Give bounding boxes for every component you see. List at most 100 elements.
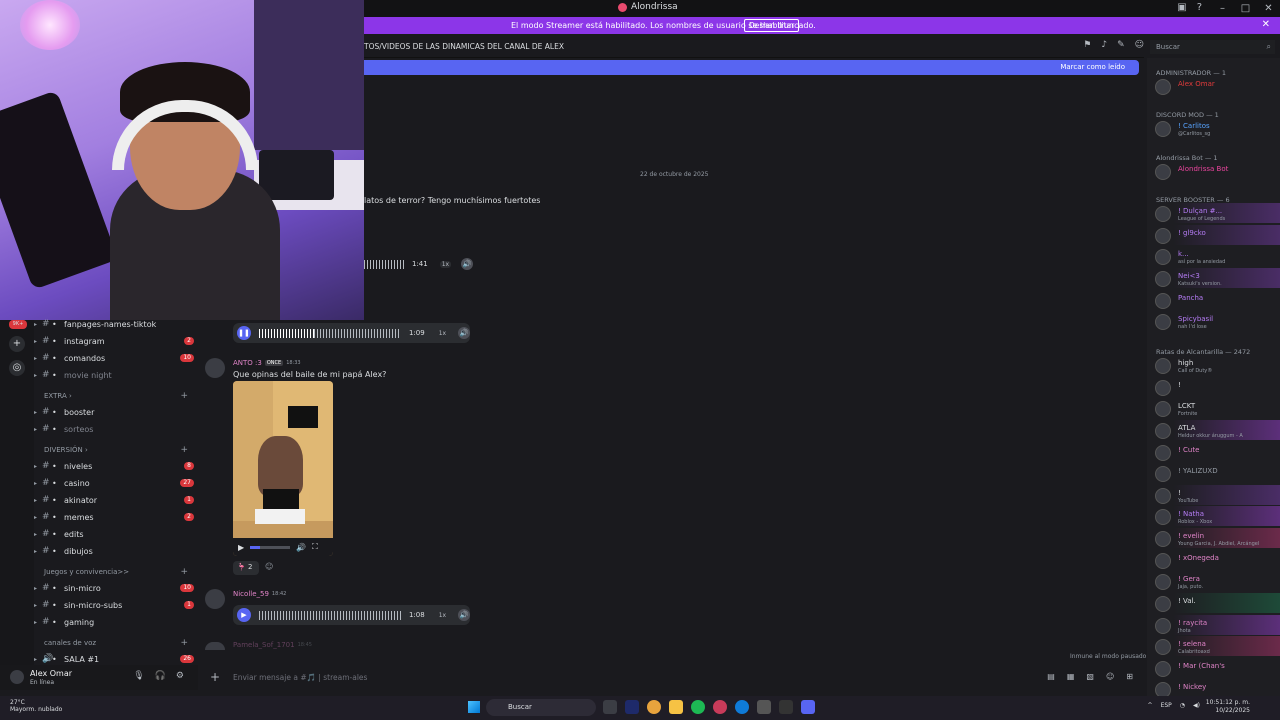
member-item[interactable]: ! YALIZUXD [1147,463,1280,483]
inbox-icon[interactable]: ▣ [1177,2,1186,13]
terminal-icon[interactable] [779,700,793,714]
audio-waveform[interactable] [364,259,404,269]
chevron-right-icon[interactable]: ▸ [34,463,42,470]
task-view-icon[interactable] [603,700,617,714]
category-diversion[interactable]: DIVERSIÓN › + [44,445,194,455]
member-item[interactable]: ! Natha Roblox - Xbox [1147,506,1280,526]
channel-item[interactable]: ▸ # • dibujos [34,543,194,559]
play-icon[interactable]: ▶ [237,608,251,622]
avatar[interactable] [10,670,24,684]
edge-icon[interactable] [735,700,749,714]
member-item[interactable]: ! Cute [1147,442,1280,462]
chevron-right-icon[interactable]: ▸ [34,602,42,609]
avatar[interactable] [205,589,225,609]
chevron-right-icon[interactable]: ▸ [34,531,42,538]
weather-widget[interactable]: 27°C Mayorm. nublado [10,699,62,713]
gift-icon[interactable]: ▤ [1047,672,1055,681]
chevron-right-icon[interactable]: ▸ [34,514,42,521]
close-banner-icon[interactable]: ✕ [1262,19,1270,30]
volume-icon[interactable]: 🔊 [461,258,474,270]
video-progress[interactable] [250,545,291,549]
channel-item[interactable]: ▸ # • niveles 8 [34,458,194,474]
member-item[interactable]: ATLA Heldur okkur áruggum - A [1147,420,1280,440]
chevron-right-icon[interactable]: ▸ [34,321,42,328]
windows-start-icon[interactable] [468,701,480,713]
volume-icon[interactable]: 🔊 [296,543,306,552]
add-reaction-icon[interactable]: ☺ [265,562,273,571]
fullscreen-icon[interactable]: ⛶ [312,542,318,552]
channel-item[interactable]: ▸ # • instagram 2 [34,333,194,349]
file-explorer-icon[interactable] [669,700,683,714]
member-item[interactable]: ! raycita Jhota [1147,615,1280,635]
chevron-right-icon[interactable]: ▸ [34,585,42,592]
store-icon[interactable] [757,700,771,714]
chevron-right-icon[interactable]: ▸ [34,497,42,504]
chevron-right-icon[interactable]: ▸ [34,338,42,345]
playback-speed-button[interactable]: 1x [436,611,449,619]
member-item[interactable]: ! YouTube [1147,485,1280,505]
message-input[interactable]: Enviar mensaje a #🎵 | stream-ales [233,673,367,682]
chevron-right-icon[interactable]: ▸ [34,480,42,487]
member-item[interactable]: ! [1147,377,1280,397]
headphones-icon[interactable]: 🎧 [155,671,166,681]
play-icon[interactable]: ▶ [238,543,244,552]
premiere-icon[interactable] [625,700,639,714]
add-channel-icon[interactable]: + [180,391,188,401]
app-icon[interactable] [713,700,727,714]
tray-chevron-icon[interactable]: ^ [1148,702,1153,709]
new-messages-bar[interactable]: Marcar como leído [364,60,1139,75]
member-item[interactable]: high Call of Duty® [1147,355,1280,375]
channel-item[interactable]: ▸ # • casino 27 [34,475,194,491]
member-item[interactable]: ! Carlitos @Carlitos_sg [1147,118,1280,138]
wifi-icon[interactable]: ◔ [1180,702,1185,709]
clock[interactable]: 10:51:12 p. m. 10/22/2025 [1206,699,1250,715]
volume-icon[interactable]: 🔊 [458,327,470,339]
reaction-chip[interactable]: 🦩 2 [233,561,259,575]
category-extra[interactable]: EXTRA › + [44,391,194,401]
members-icon[interactable]: ☺ [1135,40,1144,50]
chevron-right-icon[interactable]: ▸ [34,656,42,663]
playback-speed-button[interactable]: 1x [436,329,449,337]
chevron-right-icon[interactable]: ▸ [34,372,42,379]
channel-item[interactable]: ▸ # • akinator 1 [34,492,194,508]
add-channel-icon[interactable]: + [180,638,188,648]
channel-item[interactable]: ▸ # • booster [34,404,194,420]
search-input[interactable]: Buscar ⌕ [1150,40,1275,54]
discord-icon[interactable] [801,700,815,714]
channel-item[interactable]: ▸ # • edits [34,526,194,542]
audio-waveform[interactable] [258,610,401,620]
member-item[interactable]: ! xOnegeda [1147,550,1280,570]
channel-item[interactable]: ▸ # • sin-micro-subs 1 [34,597,194,613]
channel-item[interactable]: ▸ # • memes 2 [34,509,194,525]
add-channel-icon[interactable]: + [180,567,188,577]
channel-item[interactable]: ▸ # • comandos 10 [34,350,194,366]
video-attachment[interactable]: ▶ 🔊 ⛶ [233,381,333,556]
help-icon[interactable]: ? [1197,2,1202,13]
member-item[interactable]: ! Gera Jaja, puto. [1147,571,1280,591]
category-voz[interactable]: canales de voz + [44,638,194,648]
add-server-icon[interactable]: + [9,336,25,352]
author-name[interactable]: ANTO :3 [233,359,262,367]
member-item[interactable]: ! Dulçan #... League of Legends [1147,203,1280,223]
disable-streamer-button[interactable]: Deshabilitar [744,19,800,32]
member-item[interactable]: Spicybasil nah I'd lose [1147,311,1280,331]
member-item[interactable]: Alondrissa Bot [1147,161,1280,181]
microphone-icon[interactable]: 🎙 [133,671,144,681]
sticker-icon[interactable]: ▧ [1086,672,1094,681]
member-item[interactable]: ! Mar (Chan's [1147,658,1280,678]
channel-item[interactable]: ▸ # • gaming [34,614,194,630]
audio-waveform[interactable] [313,328,401,338]
member-item[interactable]: k... así por la ansiedad [1147,246,1280,266]
minimize-icon[interactable]: – [1211,0,1234,17]
close-icon[interactable]: ✕ [1257,0,1280,17]
threads-icon[interactable]: ⚑ [1083,40,1091,50]
language-indicator[interactable]: ESP [1161,702,1172,709]
member-item[interactable]: Nei<3 Katsuki's version. [1147,268,1280,288]
chrome-icon[interactable] [647,700,661,714]
channel-item[interactable]: ▸ # • movie night [34,367,194,383]
chevron-right-icon[interactable]: ▸ [34,409,42,416]
mark-as-read-button[interactable]: Marcar como leído [1060,63,1125,71]
add-channel-icon[interactable]: + [180,445,188,455]
member-item[interactable]: ! evelin Young Garcia, J. Abdiel, Arcánge… [1147,528,1280,548]
member-item[interactable]: LCKT Fortnite [1147,398,1280,418]
